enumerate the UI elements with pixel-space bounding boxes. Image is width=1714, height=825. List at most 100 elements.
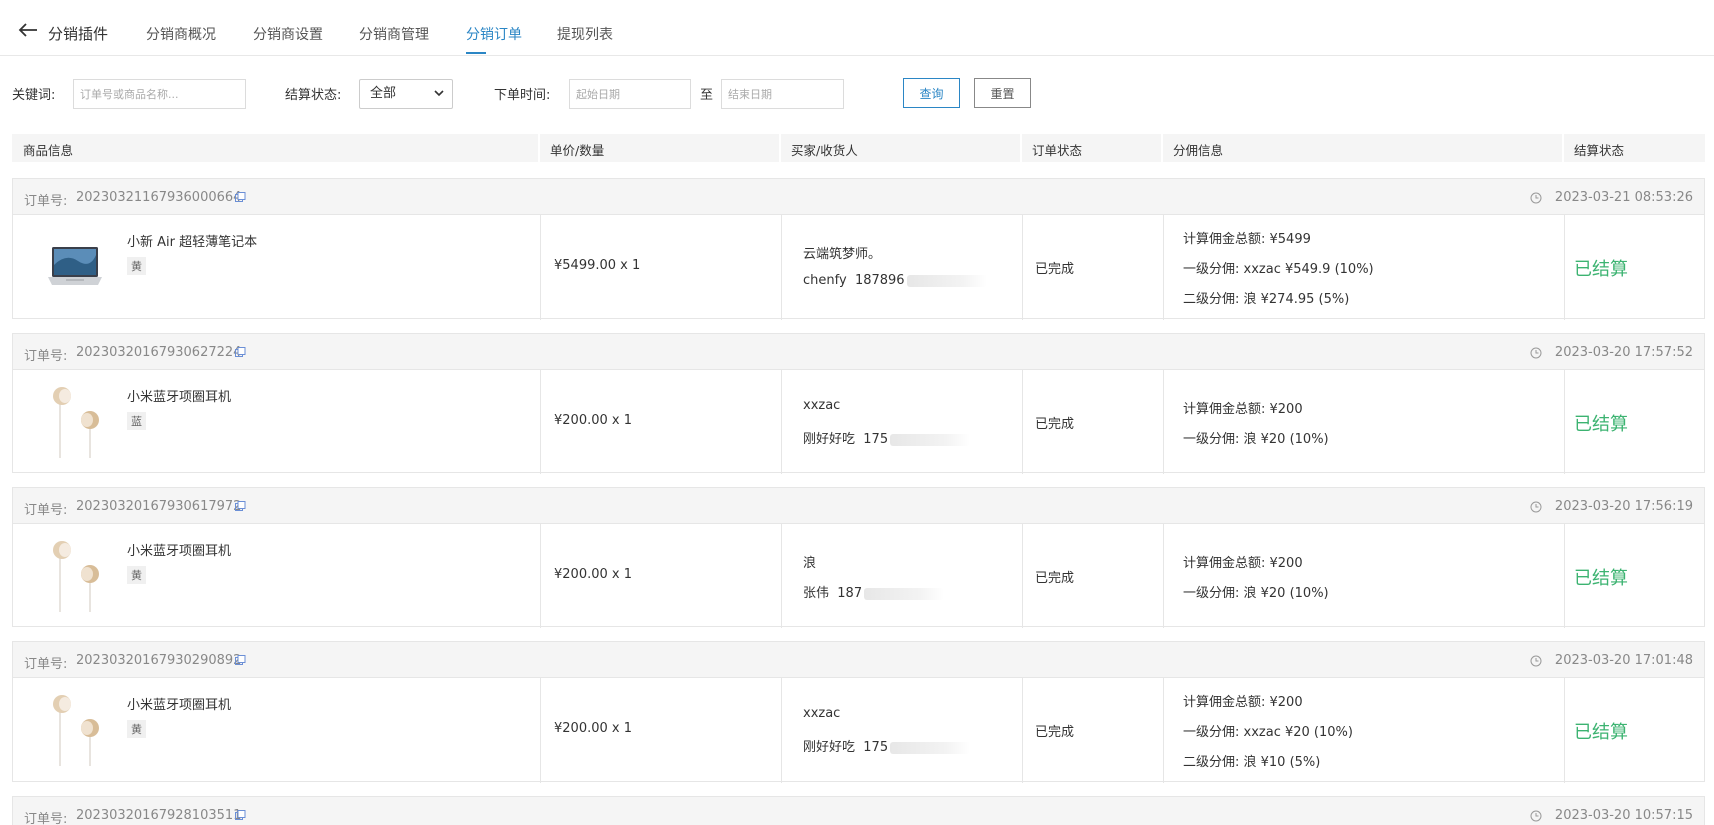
tab-settings[interactable]: 分销商设置 xyxy=(253,24,323,44)
order-row: 订单号: 20230321167936000664 2023-03-21 08:… xyxy=(12,178,1705,320)
order-row: 订单号: 20230320167930617972 2023-03-20 17:… xyxy=(12,487,1705,628)
tab-orders[interactable]: 分销订单 xyxy=(466,24,522,44)
unit-price-qty: ¥200.00 x 1 xyxy=(554,721,632,736)
order-no: 20230321167936000664 xyxy=(76,190,242,205)
top-nav: 分销插件 分销商概况 分销商设置 分销商管理 分销订单 提现列表 xyxy=(0,0,1714,56)
order-header: 订单号: 20230321167936000664 2023-03-21 08:… xyxy=(13,179,1704,215)
product-spec: 黄 xyxy=(127,566,146,584)
commission-total: 计算佣金总额: ¥200 xyxy=(1183,402,1303,417)
clock-icon xyxy=(1530,501,1542,513)
keyword-label: 关键词: xyxy=(12,88,56,103)
buyer-name: 云端筑梦师。 xyxy=(803,247,882,262)
order-body: 小新 Air 超轻薄笔记本 黄 ¥5499.00 x 1 云端筑梦师。 chen… xyxy=(13,215,1704,320)
commission-total: 计算佣金总额: ¥200 xyxy=(1183,695,1303,710)
order-header: 订单号: 20230320167930617972 2023-03-20 17:… xyxy=(13,488,1704,524)
commission-level1: 一级分佣: xxzac ¥549.9 (10%) xyxy=(1183,262,1374,277)
search-button[interactable]: 查询 xyxy=(903,78,960,108)
order-body: 小米蓝牙项圈耳机 蓝 ¥200.00 x 1 xxzac 刚好好吃 175 已完… xyxy=(13,370,1704,474)
order-no-label: 订单号: xyxy=(24,503,68,518)
order-no-label: 订单号: xyxy=(24,349,68,364)
receiver-name: chenfy xyxy=(803,273,847,288)
date-range-to: 至 xyxy=(700,88,714,103)
settle-status-select[interactable]: 全部 xyxy=(359,79,453,109)
copy-icon[interactable] xyxy=(235,501,246,512)
settle-status-label: 结算状态: xyxy=(285,88,342,103)
table-header: 商品信息 单价/数量 买家/收货人 订单状态 分佣信息 结算状态 xyxy=(12,134,1705,162)
unit-price-qty: ¥200.00 x 1 xyxy=(554,413,632,428)
product-image-earphones[interactable] xyxy=(46,384,104,460)
settle-status-value: 全部 xyxy=(370,86,397,101)
col-buyer: 买家/收货人 xyxy=(791,143,858,158)
tab-management[interactable]: 分销商管理 xyxy=(359,24,429,44)
product-name[interactable]: 小米蓝牙项圈耳机 xyxy=(127,540,231,559)
copy-icon[interactable] xyxy=(235,810,246,821)
buyer-name: xxzac xyxy=(803,706,841,721)
commission-level1: 一级分佣: 浪 ¥20 (10%) xyxy=(1183,432,1329,447)
order-time: 2023-03-20 17:57:52 xyxy=(1554,345,1693,360)
clock-icon xyxy=(1530,192,1542,204)
order-no-label: 订单号: xyxy=(24,812,68,825)
copy-icon[interactable] xyxy=(235,655,246,666)
col-price: 单价/数量 xyxy=(550,143,605,158)
order-time-label: 下单时间: xyxy=(494,88,551,103)
commission-level1: 一级分佣: 浪 ¥20 (10%) xyxy=(1183,586,1329,601)
order-status: 已完成 xyxy=(1035,571,1075,586)
product-name[interactable]: 小新 Air 超轻薄笔记本 xyxy=(127,231,257,250)
order-time: 2023-03-20 17:56:19 xyxy=(1554,499,1693,514)
order-row: 订单号: 20230320167930627224 2023-03-20 17:… xyxy=(12,333,1705,474)
order-no: 20230320167930290892 xyxy=(76,653,242,668)
product-name[interactable]: 小米蓝牙项圈耳机 xyxy=(127,694,231,713)
unit-price-qty: ¥5499.00 x 1 xyxy=(554,258,641,273)
order-time: 2023-03-20 17:01:48 xyxy=(1554,653,1693,668)
order-no: 20230320167930627224 xyxy=(76,345,242,360)
order-no-label: 订单号: xyxy=(24,194,68,209)
buyer-name: xxzac xyxy=(803,398,841,413)
receiver-phone: 187 xyxy=(837,586,863,601)
buyer-name: 浪 xyxy=(803,556,817,571)
order-body: 小米蓝牙项圈耳机 黄 ¥200.00 x 1 xxzac 刚好好吃 175 已完… xyxy=(13,678,1704,783)
product-name[interactable]: 小米蓝牙项圈耳机 xyxy=(127,386,231,405)
arrow-left-icon[interactable] xyxy=(18,22,38,38)
col-order-status: 订单状态 xyxy=(1032,143,1083,158)
end-date-input[interactable] xyxy=(721,79,844,109)
receiver-phone: 175 xyxy=(863,740,889,755)
copy-icon[interactable] xyxy=(235,192,246,203)
order-no: 20230320167928103511 xyxy=(76,808,242,823)
receiver-phone: 175 xyxy=(863,432,889,447)
col-product: 商品信息 xyxy=(23,143,74,158)
keyword-input[interactable] xyxy=(73,79,246,109)
product-image-earphones[interactable] xyxy=(46,692,104,768)
order-header: 订单号: 20230320167928103511 2023-03-20 10:… xyxy=(13,797,1704,825)
chevron-down-icon xyxy=(434,90,444,97)
product-spec: 蓝 xyxy=(127,412,146,430)
order-time: 2023-03-20 10:57:15 xyxy=(1554,808,1693,823)
start-date-input[interactable] xyxy=(569,79,691,109)
product-spec: 黄 xyxy=(127,257,146,275)
copy-icon[interactable] xyxy=(235,347,246,358)
receiver-name: 刚好好吃 xyxy=(803,432,856,447)
unit-price-qty: ¥200.00 x 1 xyxy=(554,567,632,582)
receiver: 张伟 187 xyxy=(803,582,945,601)
commission-total: 计算佣金总额: ¥5499 xyxy=(1183,232,1311,247)
tab-withdrawals[interactable]: 提现列表 xyxy=(557,24,613,44)
settle-status: 已结算 xyxy=(1574,568,1628,589)
product-spec: 黄 xyxy=(127,720,146,738)
receiver: chenfy 187896 xyxy=(803,273,987,288)
order-no-label: 订单号: xyxy=(24,657,68,672)
order-header: 订单号: 20230320167930290892 2023-03-20 17:… xyxy=(13,642,1704,678)
reset-button[interactable]: 重置 xyxy=(974,78,1031,108)
commission-level2: 二级分佣: 浪 ¥274.95 (5%) xyxy=(1183,292,1350,307)
order-time: 2023-03-21 08:53:26 xyxy=(1554,190,1693,205)
receiver: 刚好好吃 175 xyxy=(803,736,971,755)
settle-status: 已结算 xyxy=(1574,414,1628,435)
order-status: 已完成 xyxy=(1035,417,1075,432)
clock-icon xyxy=(1530,655,1542,667)
tab-overview[interactable]: 分销商概况 xyxy=(146,24,216,44)
commission-total: 计算佣金总额: ¥200 xyxy=(1183,556,1303,571)
product-image-earphones[interactable] xyxy=(46,538,104,614)
product-image-laptop[interactable] xyxy=(46,235,104,299)
col-settle-status: 结算状态 xyxy=(1574,143,1625,158)
plugin-title: 分销插件 xyxy=(48,25,109,43)
commission-level1: 一级分佣: xxzac ¥20 (10%) xyxy=(1183,725,1353,740)
active-tab-indicator xyxy=(466,52,486,54)
